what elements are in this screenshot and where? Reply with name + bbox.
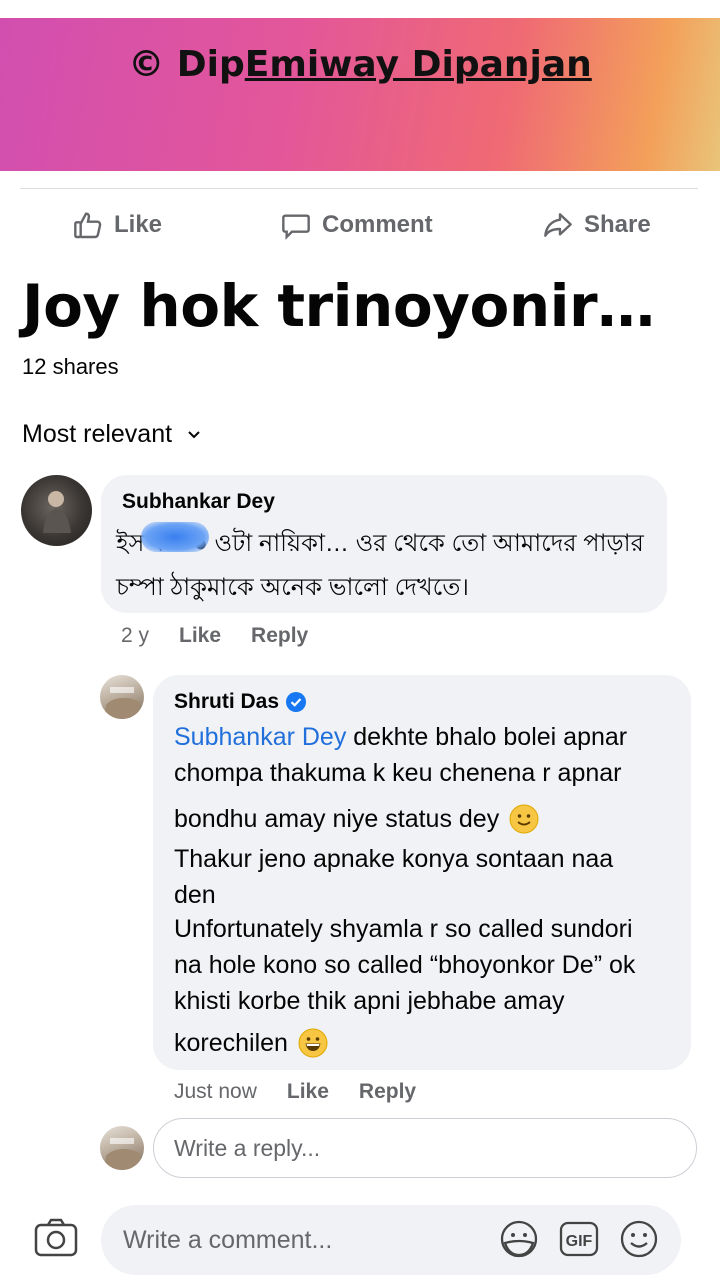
reply-author[interactable]: Shruti Das (174, 690, 279, 714)
post-image-banner[interactable]: © DipEmiway Dipanjan (0, 18, 720, 171)
like-button[interactable]: Like (72, 205, 162, 245)
reply-line: khisti korbe thik apni jebhabe amay (174, 987, 565, 1015)
current-user-avatar[interactable] (100, 1126, 144, 1170)
comment-line: চম্পা ঠাকুমাকে অনেক ভালো দেখতে। (116, 574, 469, 601)
reply-time[interactable]: Just now (174, 1080, 257, 1104)
comment-reply-button[interactable]: Reply (251, 624, 308, 648)
like-button-label: Like (114, 211, 163, 238)
avatar-photo (104, 687, 140, 719)
reply-line: Unfortunately shyamla r so called sundor… (174, 915, 633, 943)
banner-watermark: © DipEmiway Dipanjan (0, 44, 720, 85)
reply-input[interactable]: Write a reply... (153, 1118, 697, 1178)
avatar[interactable] (100, 675, 144, 719)
reply-meta: Just now Like Reply (174, 1080, 416, 1104)
reply-line: bondhu amay niye status dey (174, 805, 500, 833)
post-title: Joy hok trinoyonir… (22, 272, 655, 340)
divider (20, 188, 698, 189)
comment-input-placeholder: Write a comment... (123, 1225, 333, 1254)
share-count[interactable]: 12 shares (22, 354, 119, 380)
reply-line: chompa thakuma k keu chenena r apnar (174, 759, 622, 787)
share-button-label: Share (584, 211, 651, 238)
slightly-smiling-emoji-icon (509, 804, 539, 834)
thumbs-up-icon (74, 212, 102, 239)
camera-icon[interactable] (34, 1218, 78, 1258)
sort-label: Most relevant (22, 420, 173, 448)
reply-text: Subhankar Dey dekhte bhalo bolei apnar c… (174, 718, 684, 1062)
comment-meta: 2 y Like Reply (121, 624, 308, 648)
reply-text-segment: dekhte bhalo bolei apnar (346, 723, 628, 751)
grinning-emoji-icon (298, 1028, 328, 1058)
mention-link[interactable]: Subhankar Dey (174, 723, 346, 751)
reply-line: den (174, 881, 216, 909)
comment-like-button[interactable]: Like (179, 624, 221, 648)
reply-line: Thakur jeno apnake konya sontaan naa (174, 845, 614, 873)
top-strip (0, 0, 720, 18)
sticker-icon[interactable] (499, 1219, 539, 1259)
reply-like-button[interactable]: Like (287, 1080, 329, 1104)
comment-time[interactable]: 2 y (121, 624, 149, 648)
avatar-photo (104, 1138, 140, 1170)
banner-text-plain: Dip (176, 44, 245, 85)
comment-button[interactable]: Comment (280, 205, 433, 245)
reply-author-row: Shruti Das (174, 690, 307, 714)
comment-author[interactable]: Subhankar Dey (122, 490, 275, 514)
copyright-symbol: © (128, 44, 165, 85)
comment-bubble: Subhankar Dey ইস ব●●● ওটা নায়িকা… ওর থে… (101, 475, 667, 613)
comment-input[interactable]: Write a comment... GIF (101, 1205, 681, 1275)
banner-text-underlined: Emiway Dipanjan (244, 44, 592, 85)
gif-label: GIF (566, 1233, 593, 1250)
verified-badge-icon (286, 692, 307, 712)
speech-bubble-icon (282, 214, 310, 240)
emoji-icon[interactable] (619, 1219, 659, 1259)
reply-bubble: Shruti Das Subhankar Dey dekhte bhalo bo… (153, 675, 691, 1070)
reply-input-placeholder: Write a reply... (174, 1134, 321, 1161)
reply-reply-button[interactable]: Reply (359, 1080, 416, 1104)
share-button[interactable]: Share (542, 205, 651, 245)
post-action-bar: Like Comment Share (0, 205, 720, 249)
comment-input-tools: GIF (499, 1219, 659, 1259)
reply-line: korechilen (174, 1029, 288, 1057)
blur-redaction (141, 522, 209, 552)
chevron-down-icon (188, 430, 200, 438)
avatar[interactable] (21, 475, 92, 546)
gif-icon[interactable]: GIF (559, 1219, 599, 1259)
reply-line: na hole kono so called “bhoyonkor De” ok (174, 951, 636, 979)
share-arrow-icon (544, 213, 572, 237)
avatar-photo (43, 491, 71, 533)
comment-button-label: Comment (322, 211, 433, 238)
comment-sort-dropdown[interactable]: Most relevant (22, 420, 202, 449)
